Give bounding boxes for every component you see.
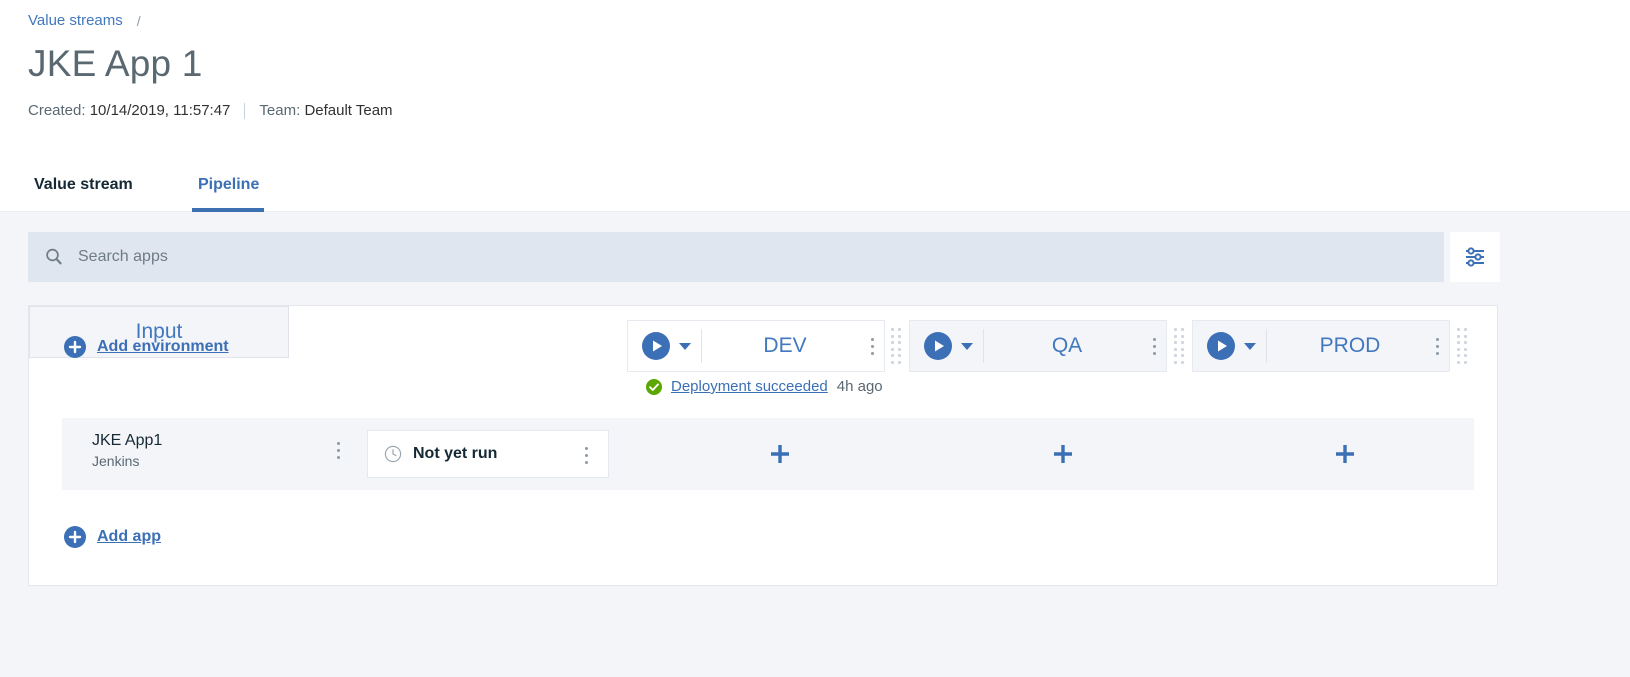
- filter-button[interactable]: [1450, 232, 1500, 282]
- add-to-qa-button[interactable]: [1045, 436, 1081, 472]
- environment-header-row: Add environment Input DEV QA PROD Deploy…: [29, 306, 1499, 396]
- clock-icon: [384, 445, 402, 463]
- created-value: 10/14/2019, 11:57:47: [89, 102, 231, 119]
- breadcrumb: Value streams /: [28, 12, 141, 29]
- table-row: JKE App1 Jenkins Not yet run: [62, 418, 1474, 490]
- page-title: JKE App 1: [28, 43, 203, 84]
- deployment-time-ago: 4h ago: [836, 378, 883, 395]
- environment-dev-label: DEV: [763, 334, 807, 357]
- search-placeholder: Search apps: [78, 248, 168, 265]
- environment-prod[interactable]: PROD: [1192, 320, 1450, 372]
- meta-divider: [244, 102, 246, 119]
- add-app-button[interactable]: Add app: [64, 526, 161, 548]
- pipeline-page: Value streams / JKE App 1 Created: 10/14…: [0, 0, 1630, 677]
- app-input-status-label: Not yet run: [413, 445, 498, 462]
- add-environment-button[interactable]: Add environment: [64, 336, 229, 358]
- add-app-label: Add app: [97, 528, 161, 545]
- search-input[interactable]: Search apps: [28, 232, 1444, 282]
- created-label: Created:: [28, 102, 86, 119]
- plus-icon: [1054, 445, 1072, 463]
- add-environment-label: Add environment: [97, 338, 229, 355]
- play-circle-icon: [642, 332, 670, 360]
- plus-icon: [64, 336, 86, 358]
- app-input-status-cell[interactable]: Not yet run: [367, 430, 609, 478]
- environment-qa[interactable]: QA: [909, 320, 1167, 372]
- environment-prod-drag-handle[interactable]: [1457, 328, 1467, 364]
- pipeline-card: Add environment Input DEV QA PROD Deploy…: [28, 305, 1498, 586]
- chevron-down-icon: [679, 342, 691, 350]
- check-circle-icon: [646, 378, 662, 395]
- app-menu[interactable]: [330, 442, 350, 459]
- tab-pipeline[interactable]: Pipeline: [192, 158, 265, 212]
- chevron-down-icon: [1244, 342, 1256, 350]
- tab-value-stream[interactable]: Value stream: [28, 158, 139, 212]
- breadcrumb-separator: /: [136, 12, 141, 29]
- app-provider: Jenkins: [92, 453, 140, 469]
- chevron-down-icon: [961, 342, 973, 350]
- search-icon: [44, 247, 64, 267]
- environment-dev-drag-handle[interactable]: [891, 328, 901, 364]
- team-label: Team:: [259, 102, 301, 119]
- plus-icon: [1336, 445, 1354, 463]
- play-circle-icon: [1207, 332, 1235, 360]
- tab-bar: Value stream Pipeline: [0, 158, 1630, 212]
- add-to-prod-button[interactable]: [1327, 436, 1363, 472]
- search-row: Search apps: [28, 232, 1602, 282]
- run-prod-button[interactable]: [1193, 332, 1266, 360]
- environment-qa-menu[interactable]: [1146, 337, 1166, 355]
- app-info: JKE App1 Jenkins: [92, 430, 162, 471]
- app-input-status-menu[interactable]: [578, 447, 598, 464]
- page-meta: Created: 10/14/2019, 11:57:47 Team: Defa…: [28, 102, 393, 119]
- filter-sliders-icon: [1463, 245, 1487, 269]
- app-name: JKE App1: [92, 432, 163, 449]
- team-value: Default Team: [304, 102, 393, 119]
- environment-prod-menu[interactable]: [1429, 337, 1449, 355]
- environment-qa-label: QA: [1051, 334, 1083, 357]
- environment-dev[interactable]: DEV: [627, 320, 885, 372]
- add-to-dev-button[interactable]: [762, 436, 798, 472]
- deployment-status: Deployment succeeded 4h ago: [646, 378, 883, 395]
- deployment-status-link[interactable]: Deployment succeeded: [671, 378, 828, 395]
- environment-qa-drag-handle[interactable]: [1174, 328, 1184, 364]
- play-circle-icon: [924, 332, 952, 360]
- breadcrumb-value-streams-link[interactable]: Value streams: [28, 12, 123, 29]
- run-qa-button[interactable]: [910, 332, 983, 360]
- environment-dev-menu[interactable]: [864, 337, 884, 355]
- environment-prod-label: PROD: [1319, 334, 1381, 357]
- plus-icon: [64, 526, 86, 548]
- run-dev-button[interactable]: [628, 332, 701, 360]
- plus-icon: [771, 445, 789, 463]
